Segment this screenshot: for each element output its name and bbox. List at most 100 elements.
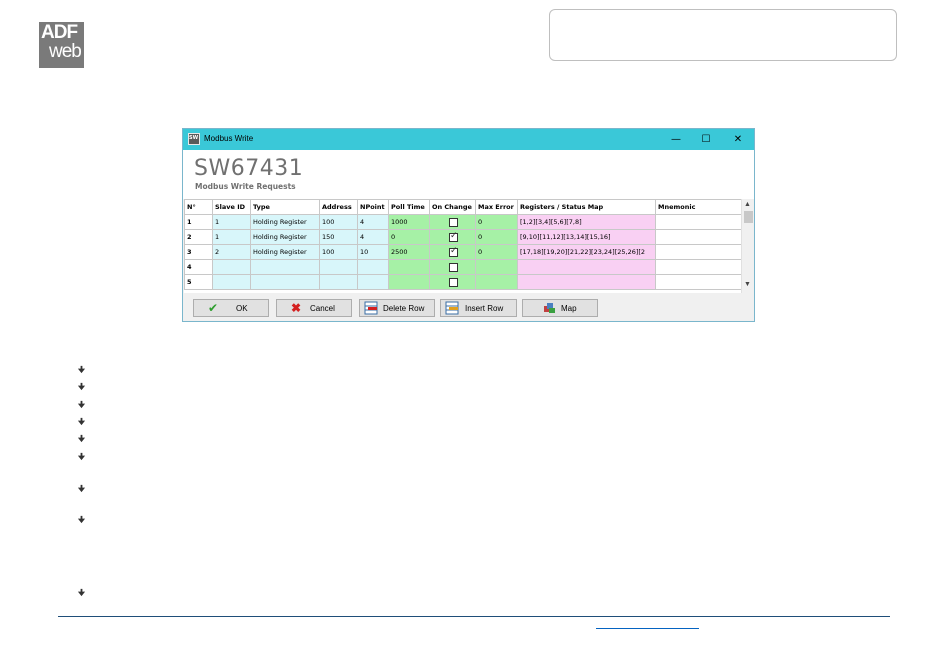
maximize-button[interactable]: ☐ — [691, 131, 721, 148]
poll-time-cell[interactable]: 0 — [388, 229, 430, 245]
npoint-cell[interactable] — [357, 259, 389, 275]
max-error-cell[interactable] — [475, 259, 518, 275]
column-header[interactable]: Mnemonic — [655, 199, 742, 215]
table-row[interactable]: 1 1 Holding Register 100 4 1000 0 [1,2][… — [184, 214, 742, 230]
type-cell[interactable]: Holding Register — [250, 214, 320, 230]
npoint-cell[interactable] — [357, 274, 389, 290]
slave-id-cell[interactable]: 2 — [212, 244, 251, 260]
adfweb-logo: ADF web — [39, 22, 84, 68]
poll-time-cell[interactable] — [388, 259, 430, 275]
max-error-cell[interactable] — [475, 274, 518, 290]
logo-text-top: ADF — [41, 22, 78, 43]
bullet-icon — [77, 484, 86, 493]
bullet-icon — [77, 515, 86, 524]
on-change-cell[interactable] — [429, 229, 476, 245]
column-header[interactable]: On Change — [429, 199, 476, 215]
registers-map-cell[interactable] — [517, 274, 656, 290]
type-cell[interactable]: Holding Register — [250, 244, 320, 260]
column-header[interactable]: N° — [184, 199, 213, 215]
mnemonic-cell[interactable] — [655, 244, 742, 260]
row-number[interactable]: 1 — [184, 214, 213, 230]
table-row[interactable]: 3 2 Holding Register 100 10 2500 0 [17,1… — [184, 244, 742, 260]
header-area: SW67431 Modbus Write Requests — [183, 150, 754, 199]
insert-row-button[interactable]: Insert Row — [440, 299, 517, 317]
registers-map-cell[interactable] — [517, 259, 656, 275]
map-button[interactable]: Map — [522, 299, 598, 317]
registers-map-cell[interactable]: [9,10][11,12][13,14][15,16] — [517, 229, 656, 245]
cancel-button[interactable]: ✖ Cancel — [276, 299, 352, 317]
on-change-checkbox[interactable] — [449, 231, 458, 242]
column-header[interactable]: Max Error — [475, 199, 518, 215]
window-title: Modbus Write — [204, 134, 254, 143]
type-cell[interactable] — [250, 259, 320, 275]
column-header[interactable]: Poll Time — [388, 199, 430, 215]
poll-time-cell[interactable]: 1000 — [388, 214, 430, 230]
slave-id-cell[interactable] — [212, 274, 251, 290]
on-change-checkbox[interactable] — [449, 217, 458, 227]
registers-map-cell[interactable]: [1,2][3,4][5,6][7,8] — [517, 214, 656, 230]
mnemonic-cell[interactable] — [655, 214, 742, 230]
page-title: SW67431 — [194, 156, 304, 181]
red-x-icon: ✖ — [290, 301, 302, 315]
on-change-cell[interactable] — [429, 244, 476, 260]
scroll-down-icon[interactable]: ▼ — [744, 281, 751, 288]
max-error-cell[interactable]: 0 — [475, 229, 518, 245]
insert-row-icon — [445, 301, 459, 315]
registers-map-cell[interactable]: [17,18][19,20][21,22][23,24][25,26][2 — [517, 244, 656, 260]
slave-id-cell[interactable]: 1 — [212, 214, 251, 230]
delete-row-button[interactable]: Delete Row — [359, 299, 435, 317]
window-titlebar[interactable]: SW Modbus Write — ☐ ✕ — [183, 129, 754, 150]
table-row[interactable]: 2 1 Holding Register 150 4 0 0 [9,10][11… — [184, 229, 742, 245]
on-change-cell[interactable] — [429, 259, 476, 275]
bullet-icon — [77, 417, 86, 426]
header-box — [549, 9, 897, 61]
on-change-checkbox[interactable] — [449, 246, 458, 257]
mnemonic-cell[interactable] — [655, 229, 742, 245]
slave-id-cell[interactable]: 1 — [212, 229, 251, 245]
column-header[interactable]: Slave ID — [212, 199, 251, 215]
row-number[interactable]: 5 — [184, 274, 213, 290]
scroll-up-icon[interactable]: ▲ — [744, 201, 751, 208]
on-change-cell[interactable] — [429, 214, 476, 230]
column-header[interactable]: Type — [250, 199, 320, 215]
row-number[interactable]: 2 — [184, 229, 213, 245]
npoint-cell[interactable]: 4 — [357, 229, 389, 245]
address-cell[interactable]: 100 — [319, 214, 358, 230]
column-header[interactable]: NPoint — [357, 199, 389, 215]
column-header[interactable]: Registers / Status Map — [517, 199, 656, 215]
bullet-icon — [77, 434, 86, 443]
table-header-row: N° Slave ID Type Address NPoint Poll Tim… — [184, 199, 742, 215]
poll-time-cell[interactable]: 2500 — [388, 244, 430, 260]
on-change-checkbox[interactable] — [449, 262, 458, 272]
vertical-scrollbar[interactable]: ▲ ▼ — [741, 199, 754, 293]
address-cell[interactable]: 100 — [319, 244, 358, 260]
slave-id-cell[interactable] — [212, 259, 251, 275]
poll-time-cell[interactable] — [388, 274, 430, 290]
address-cell[interactable]: 150 — [319, 229, 358, 245]
mnemonic-cell[interactable] — [655, 259, 742, 275]
footer-link-underline[interactable] — [596, 628, 699, 629]
bullet-icon — [77, 452, 86, 461]
minimize-button[interactable]: — — [661, 131, 691, 148]
npoint-cell[interactable]: 10 — [357, 244, 389, 260]
table-row[interactable]: 5 — [184, 274, 742, 290]
row-number[interactable]: 4 — [184, 259, 213, 275]
column-header[interactable]: Address — [319, 199, 358, 215]
max-error-cell[interactable]: 0 — [475, 244, 518, 260]
type-cell[interactable] — [250, 274, 320, 290]
requests-grid: N° Slave ID Type Address NPoint Poll Tim… — [184, 199, 754, 293]
npoint-cell[interactable]: 4 — [357, 214, 389, 230]
on-change-checkbox[interactable] — [449, 277, 458, 287]
on-change-cell[interactable] — [429, 274, 476, 290]
row-number[interactable]: 3 — [184, 244, 213, 260]
max-error-cell[interactable]: 0 — [475, 214, 518, 230]
type-cell[interactable]: Holding Register — [250, 229, 320, 245]
close-button[interactable]: ✕ — [723, 131, 753, 148]
mnemonic-cell[interactable] — [655, 274, 742, 290]
address-cell[interactable] — [319, 259, 358, 275]
ok-button[interactable]: ✔ OK — [193, 299, 269, 317]
table-row[interactable]: 4 — [184, 259, 742, 275]
scroll-thumb[interactable] — [744, 211, 753, 223]
app-icon: SW — [188, 133, 200, 145]
address-cell[interactable] — [319, 274, 358, 290]
